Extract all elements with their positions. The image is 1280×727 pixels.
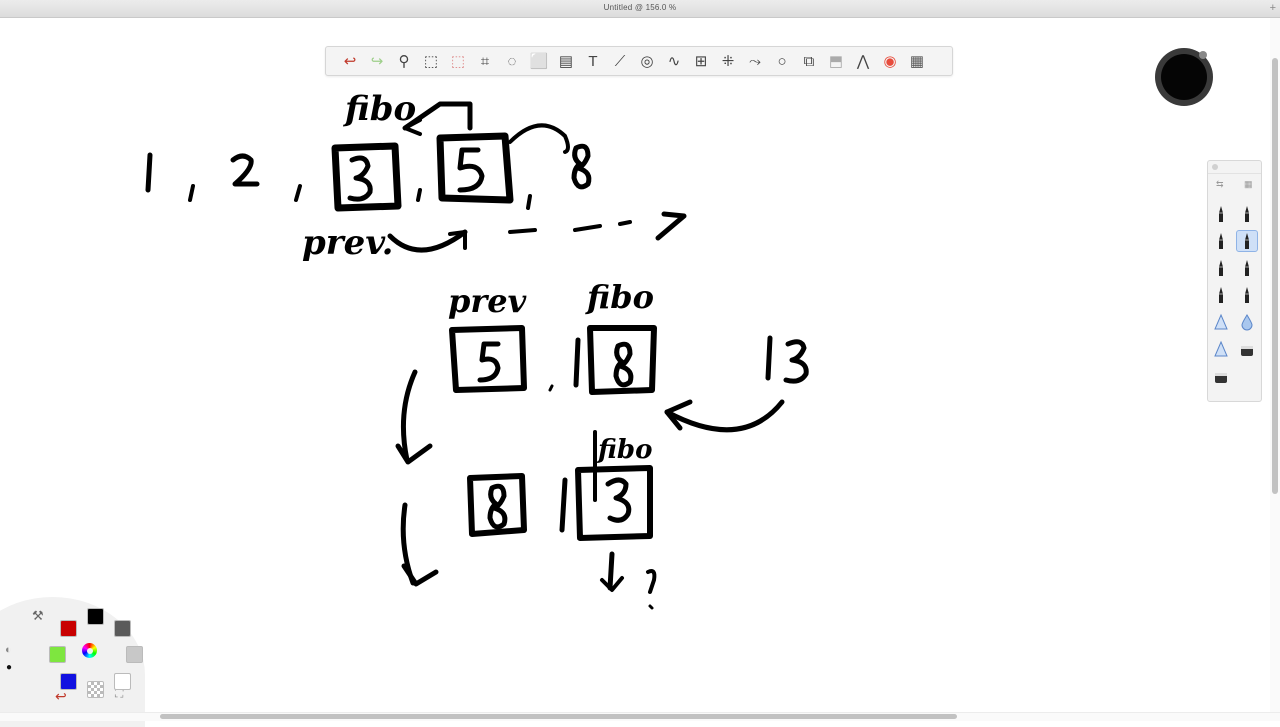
ellipse-guide-icon[interactable]: ◎ xyxy=(635,49,659,73)
eraser-icon[interactable] xyxy=(1210,365,1232,387)
thin-pencil-brush-icon[interactable] xyxy=(1236,257,1258,279)
redo-icon[interactable]: ↪ xyxy=(365,49,389,73)
color-wheel-swatch[interactable] xyxy=(82,643,97,658)
window-title: Untitled @ 156.0 % xyxy=(603,3,677,12)
curve-guide-icon[interactable]: ∿ xyxy=(662,49,686,73)
green-swatch[interactable] xyxy=(49,646,66,663)
label-fibo-low: fibo xyxy=(596,435,652,465)
ink-strokes: fibo prev. prev fibo fibo xyxy=(145,89,809,610)
blue-swatch[interactable] xyxy=(60,673,77,690)
calligraphy-brush-icon[interactable] xyxy=(1236,230,1258,252)
steady-stroke-icon[interactable]: ⤳ xyxy=(743,49,767,73)
clear-selection-icon[interactable]: ⬚ xyxy=(446,49,470,73)
vertical-scrollbar[interactable] xyxy=(1270,18,1280,712)
brush-library-panel: ⇆ ▦ xyxy=(1207,160,1262,402)
shape-icon[interactable]: ○ xyxy=(770,49,794,73)
brush-color-fill xyxy=(1161,54,1207,100)
brush-size-dot xyxy=(1199,51,1207,59)
brush-settings-icon[interactable]: ⇆ xyxy=(1216,179,1224,190)
transform-icon[interactable]: ⬜ xyxy=(527,49,551,73)
symmetry-icon[interactable]: ⁜ xyxy=(716,49,740,73)
flood-fill-icon[interactable]: ⬒ xyxy=(824,49,848,73)
brush-pen-icon[interactable] xyxy=(1210,284,1232,306)
perspective-icon[interactable]: ⊞ xyxy=(689,49,713,73)
pressure-icon[interactable]: ◐ xyxy=(5,645,12,656)
transparent-swatch[interactable] xyxy=(87,681,104,698)
drawing-canvas[interactable]: fibo prev. prev fibo fibo xyxy=(0,18,1280,713)
dark-gray-swatch[interactable] xyxy=(114,620,131,637)
label-prev-mid: prev xyxy=(448,282,527,320)
color-wheel-icon[interactable]: ◉ xyxy=(878,49,902,73)
ruler-icon[interactable]: ⟋ xyxy=(608,49,632,73)
lasso-icon[interactable]: ◌ xyxy=(500,49,524,73)
fill-icon[interactable]: ⧉ xyxy=(797,49,821,73)
puck-undo-icon[interactable]: ↩ xyxy=(55,689,67,703)
current-brush-color-indicator[interactable] xyxy=(1155,48,1213,106)
undo-icon[interactable]: ↩ xyxy=(338,49,362,73)
light-gray-swatch[interactable] xyxy=(126,646,143,663)
smudge-icon[interactable] xyxy=(1210,338,1232,360)
pencil-brush-icon[interactable] xyxy=(1210,203,1232,225)
label-fibo-top: fibo xyxy=(342,89,416,129)
blender-drop-icon[interactable] xyxy=(1236,311,1258,333)
white-swatch[interactable] xyxy=(114,673,131,690)
horizontal-scroll-thumb[interactable] xyxy=(160,714,957,719)
palette-grid-icon[interactable]: ▦ xyxy=(905,49,929,73)
zoom-icon[interactable]: ⚲ xyxy=(392,49,416,73)
brush-library-icon[interactable]: ⋀ xyxy=(851,49,875,73)
label-fibo-mid: fibo xyxy=(585,278,654,316)
title-bar: Untitled @ 156.0 % + xyxy=(0,0,1280,18)
main-toolbar: ↩ ↪ ⚲ ⬚ ⬚ ⌗ ◌ ⬜ ▤ T ⟋ ◎ ∿ ⊞ ⁜ ⤳ ○ ⧉ ⬒ ⋀ ◉ ▦ xyxy=(325,46,953,76)
text-icon[interactable]: T xyxy=(581,49,605,73)
label-prev-left: prev. xyxy=(302,223,394,263)
brush-tool-icon[interactable]: ⚒ xyxy=(32,609,44,622)
crop-icon[interactable]: ⌗ xyxy=(473,49,497,73)
ink-pen-brush-icon[interactable] xyxy=(1210,230,1232,252)
eraser-soft-icon[interactable] xyxy=(1236,338,1258,360)
marker-brush-icon[interactable] xyxy=(1210,257,1232,279)
panel-close-dot[interactable] xyxy=(1212,164,1218,170)
red-swatch[interactable] xyxy=(60,620,77,637)
felt-pen-brush-icon[interactable] xyxy=(1236,203,1258,225)
color-wheel-hole xyxy=(87,648,93,654)
vertical-scroll-thumb[interactable] xyxy=(1272,58,1278,494)
new-tab-button[interactable]: + xyxy=(1270,1,1276,15)
airbrush-icon[interactable] xyxy=(1210,311,1232,333)
opacity-dot-icon[interactable]: ● xyxy=(6,663,12,673)
layers-icon[interactable]: ▤ xyxy=(554,49,578,73)
black-swatch[interactable] xyxy=(87,608,104,625)
brush-panel-header[interactable] xyxy=(1208,161,1261,174)
fountain-pen-icon[interactable] xyxy=(1236,284,1258,306)
selection-icon[interactable]: ⬚ xyxy=(419,49,443,73)
brush-set-icon[interactable]: ▦ xyxy=(1244,179,1253,190)
